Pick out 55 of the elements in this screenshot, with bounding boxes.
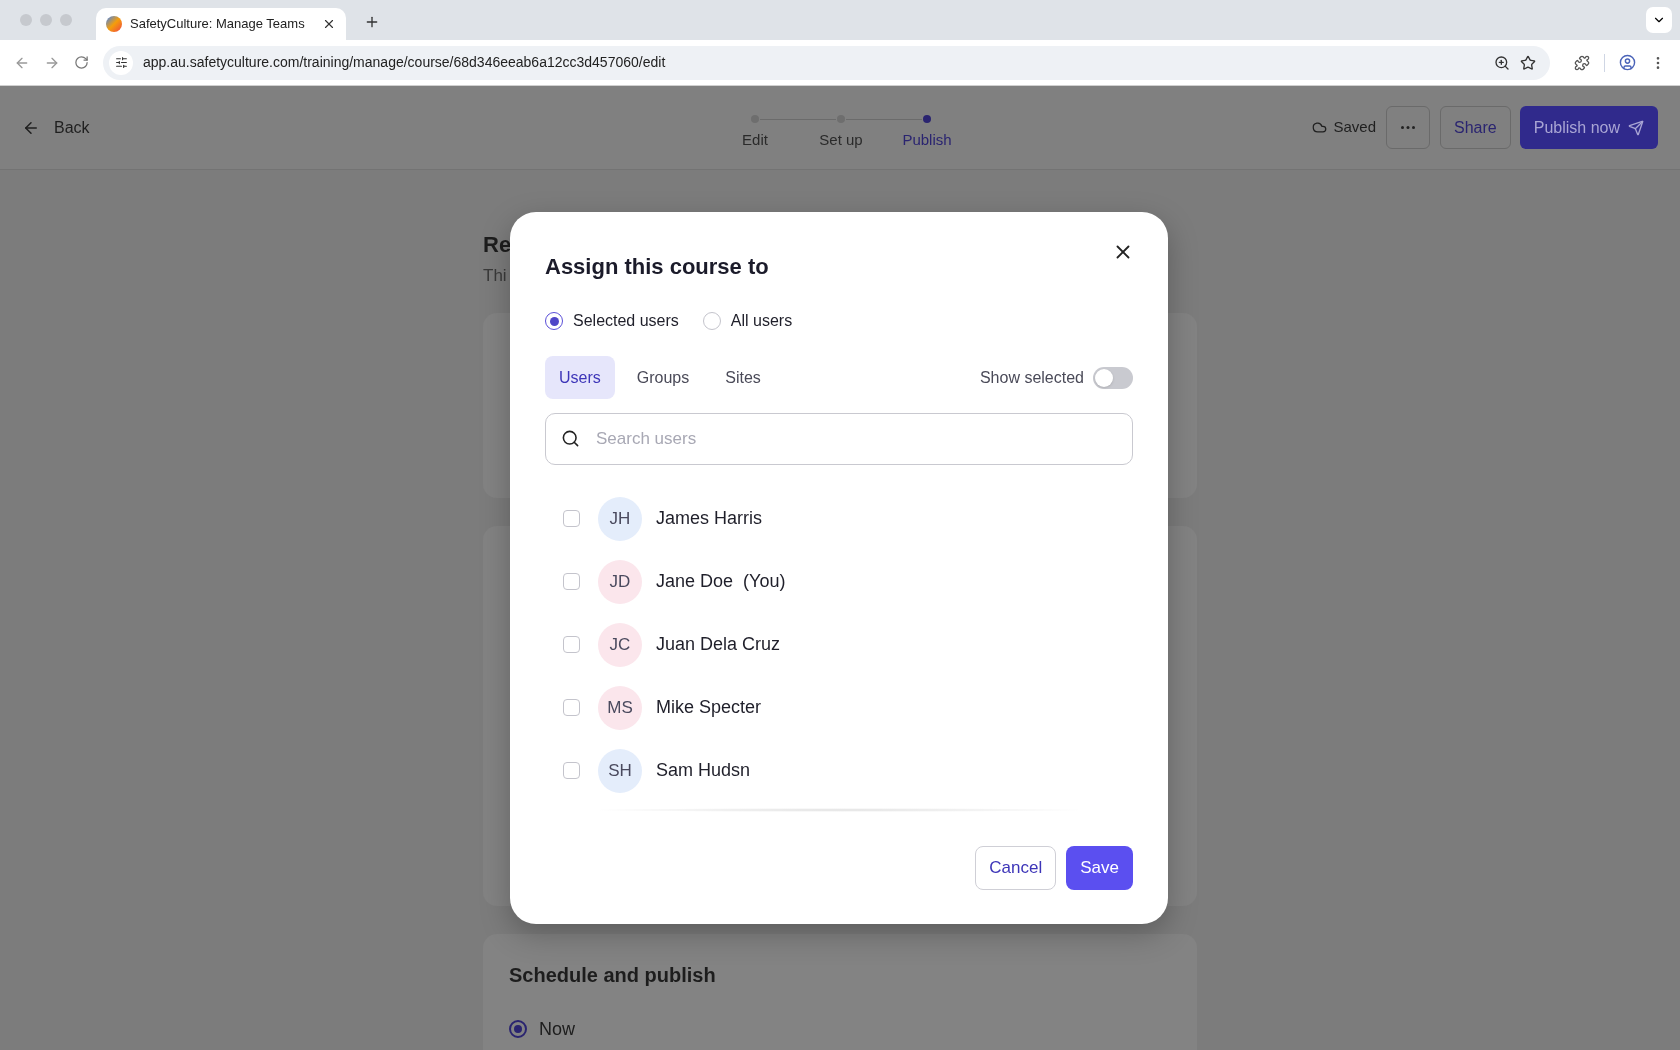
extensions-icon[interactable] — [1574, 54, 1590, 71]
tab-title: SafetyCulture: Manage Teams — [130, 15, 306, 34]
step-tab[interactable]: Edit — [742, 129, 768, 152]
browser-tab[interactable]: SafetyCulture: Manage Teams — [96, 8, 346, 40]
user-checkbox[interactable] — [563, 510, 580, 527]
cancel-button[interactable]: Cancel — [975, 846, 1057, 890]
address-bar[interactable]: app.au.safetyculture.com/training/manage/course/68d346eeab6a12cc3d457060/edit — [103, 45, 1550, 80]
search-field[interactable]: Search users — [545, 413, 1133, 465]
user-name[interactable]: Juan Dela Cruz — [656, 631, 781, 658]
user-avatar: JD — [598, 559, 642, 604]
user-avatar: SH — [598, 748, 642, 793]
schedule-heading: Schedule and publish — [509, 962, 717, 988]
search-icon — [561, 429, 580, 448]
user-name[interactable]: Mike Specter — [656, 694, 762, 721]
page-heading: Re — [483, 231, 512, 259]
audience-radio[interactable]: All users — [702, 309, 793, 333]
filter-tab[interactable]: Sites — [711, 356, 775, 399]
audience-radio[interactable]: Selected users — [545, 309, 679, 333]
bookmark-star-icon[interactable] — [1520, 54, 1536, 71]
step-tab[interactable]: Set up — [819, 129, 863, 152]
save-button[interactable]: Save — [1066, 846, 1133, 890]
close-tab-icon[interactable] — [322, 17, 336, 31]
user-name[interactable]: Jane Doe (You) — [656, 568, 786, 595]
user-name[interactable]: Sam Hudsn — [656, 757, 751, 784]
show-selected-toggle[interactable] — [1093, 366, 1133, 389]
new-tab-icon[interactable] — [364, 14, 380, 30]
publish-now-button[interactable]: Publish now — [1519, 106, 1658, 149]
user-checkbox[interactable] — [563, 762, 580, 779]
page-subtitle: Thi — [483, 265, 507, 287]
reload-icon[interactable] — [74, 55, 89, 70]
site-settings-icon[interactable] — [114, 56, 128, 69]
site-logo-icon — [106, 16, 122, 32]
zoom-icon[interactable] — [1494, 54, 1510, 71]
send-icon — [1628, 119, 1644, 136]
back-label: Back — [54, 117, 90, 138]
show-selected-label: Show selected — [979, 367, 1084, 388]
more-icon — [1401, 126, 1415, 129]
tab-list-button[interactable] — [1646, 7, 1672, 33]
cloud-icon — [1312, 120, 1328, 135]
user-checkbox[interactable] — [563, 636, 580, 653]
back-button[interactable]: Back — [22, 115, 90, 140]
saved-label: Saved — [1333, 117, 1376, 138]
url-text: app.au.safetyculture.com/training/manage/course/68d346eeab6a12cc3d457060/edit — [143, 53, 667, 72]
user-avatar: JH — [598, 496, 642, 541]
user-avatar: MS — [598, 685, 642, 730]
schedule-radio[interactable]: Now — [509, 1015, 1171, 1043]
filter-tab[interactable]: Groups — [622, 356, 704, 399]
more-options-button[interactable] — [1386, 106, 1430, 149]
dialog-title: Assign this course to — [545, 253, 769, 281]
user-avatar: JC — [598, 622, 642, 667]
profile-icon[interactable] — [1619, 54, 1636, 71]
user-checkbox[interactable] — [563, 573, 580, 590]
user-checkbox[interactable] — [563, 699, 580, 716]
user-name[interactable]: James Harris — [656, 505, 762, 532]
filter-tab[interactable]: Users — [545, 356, 615, 399]
